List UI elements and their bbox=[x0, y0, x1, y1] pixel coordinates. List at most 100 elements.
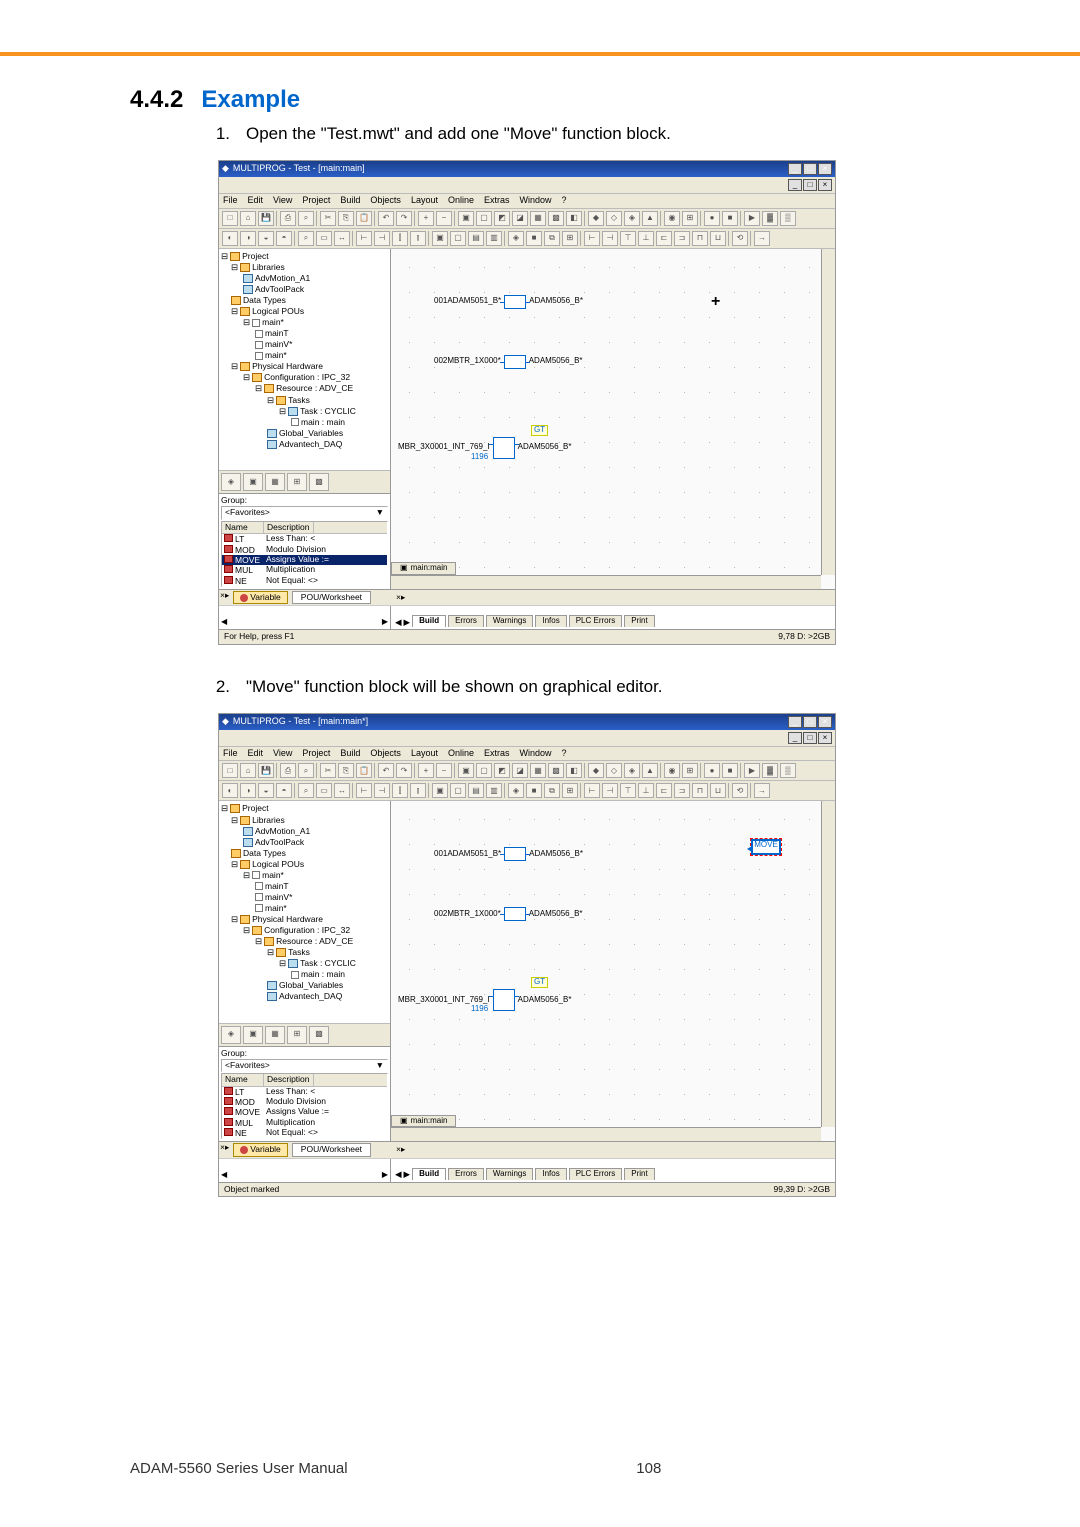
tab-print[interactable]: Print bbox=[624, 615, 654, 627]
tree-advdaq[interactable]: Advantech_DAQ bbox=[279, 991, 342, 1002]
menu-help[interactable]: ? bbox=[562, 749, 567, 759]
project-tree[interactable]: ⊟Project ⊟Libraries AdvMotion_A1 AdvTool… bbox=[219, 249, 390, 470]
tool-i[interactable]: ◇ bbox=[606, 211, 622, 226]
col-name[interactable]: Name bbox=[222, 522, 264, 533]
tab-scroll-right-icon[interactable]: ▶ bbox=[404, 618, 411, 627]
tree-logicalpous[interactable]: Logical POUs bbox=[252, 859, 304, 870]
tool-b[interactable]: ▢ bbox=[476, 763, 492, 778]
t2-a[interactable]: ◐ bbox=[222, 783, 238, 798]
tool-o[interactable]: ■ bbox=[722, 211, 738, 226]
t2-p[interactable]: ◈ bbox=[508, 231, 524, 246]
tool-c[interactable]: ◩ bbox=[494, 211, 510, 226]
t2-w[interactable]: ⊥ bbox=[638, 783, 654, 798]
tree-mainv[interactable]: mainV* bbox=[265, 339, 292, 350]
scroll-right-icon[interactable]: ▶ bbox=[382, 1171, 388, 1180]
tree-config[interactable]: Configuration : IPC_32 bbox=[264, 372, 350, 383]
tool-preview[interactable]: ⌕ bbox=[298, 211, 314, 226]
tool-b[interactable]: ▢ bbox=[476, 211, 492, 226]
tool-m[interactable]: ⊞ bbox=[682, 763, 698, 778]
tool-zoomin[interactable]: + bbox=[418, 211, 434, 226]
child-close-button[interactable]: × bbox=[818, 179, 832, 191]
tree-mainv[interactable]: mainV* bbox=[265, 892, 292, 903]
tool-n[interactable]: ● bbox=[704, 211, 720, 226]
mini-d[interactable]: ⊞ bbox=[287, 473, 307, 491]
fb-block-2[interactable]: 002MBTR_1X000*ADAM5056_B* bbox=[431, 907, 586, 921]
t2-x[interactable]: ⊏ bbox=[656, 231, 672, 246]
tree-libraries[interactable]: Libraries bbox=[252, 262, 285, 273]
tool-open[interactable]: ⌂ bbox=[240, 211, 256, 226]
t2-g[interactable]: ↔ bbox=[334, 783, 350, 798]
menu-layout[interactable]: Layout bbox=[411, 196, 438, 206]
pou-tab[interactable]: POU/Worksheet bbox=[292, 591, 371, 604]
tool-e[interactable]: ▦ bbox=[530, 211, 546, 226]
t2-d[interactable]: ◓ bbox=[276, 783, 292, 798]
mini-e[interactable]: ▩ bbox=[309, 1026, 329, 1044]
t2-o[interactable]: ▥ bbox=[486, 783, 502, 798]
tree-taskcyclic[interactable]: Task : CYCLIC bbox=[300, 958, 356, 969]
t2-d[interactable]: ◓ bbox=[276, 231, 292, 246]
menu-build[interactable]: Build bbox=[340, 749, 360, 759]
t2-w[interactable]: ⊥ bbox=[638, 231, 654, 246]
tree-globalvars[interactable]: Global_Variables bbox=[279, 980, 343, 991]
t2-l[interactable]: ▣ bbox=[432, 783, 448, 798]
minimize-button[interactable]: _ bbox=[788, 163, 802, 175]
variable-tab[interactable]: Variable bbox=[233, 591, 288, 604]
tree-lib2[interactable]: AdvToolPack bbox=[255, 284, 304, 295]
worksheet-tab[interactable]: ▣main:main bbox=[391, 562, 456, 575]
col-name[interactable]: Name bbox=[222, 1074, 264, 1085]
t2-t[interactable]: ⊢ bbox=[584, 231, 600, 246]
project-tree[interactable]: ⊟Project ⊟Libraries AdvMotion_A1 AdvTool… bbox=[219, 801, 390, 1022]
tab-warnings[interactable]: Warnings bbox=[486, 615, 534, 627]
col-desc[interactable]: Description bbox=[264, 1074, 314, 1085]
tree-datatypes[interactable]: Data Types bbox=[243, 295, 286, 306]
tool-p[interactable]: ▶ bbox=[744, 763, 760, 778]
t2-ab[interactable]: ⟲ bbox=[732, 231, 748, 246]
t2-l[interactable]: ▣ bbox=[432, 231, 448, 246]
tool-n[interactable]: ● bbox=[704, 763, 720, 778]
tool-k[interactable]: ▲ bbox=[642, 763, 658, 778]
mini-c[interactable]: ▦ bbox=[265, 1026, 285, 1044]
menu-extras[interactable]: Extras bbox=[484, 196, 510, 206]
tool-l[interactable]: ◉ bbox=[664, 211, 680, 226]
t2-o[interactable]: ▥ bbox=[486, 231, 502, 246]
menu-view[interactable]: View bbox=[273, 196, 292, 206]
tree-lib1[interactable]: AdvMotion_A1 bbox=[255, 826, 310, 837]
menu-file[interactable]: File bbox=[223, 749, 238, 759]
tool-g[interactable]: ◧ bbox=[566, 763, 582, 778]
t2-b[interactable]: ◑ bbox=[240, 783, 256, 798]
t2-m[interactable]: ▢ bbox=[450, 231, 466, 246]
menu-file[interactable]: File bbox=[223, 196, 238, 206]
tool-copy[interactable]: ⎘ bbox=[338, 211, 354, 226]
fb-block-1[interactable]: 001ADAM5051_B*ADAM5056_B* bbox=[431, 295, 586, 309]
tab-build[interactable]: Build bbox=[412, 615, 446, 627]
t2-c[interactable]: ◒ bbox=[258, 231, 274, 246]
tool-e[interactable]: ▦ bbox=[530, 763, 546, 778]
fb-row-ne[interactable]: NENot Equal: <> bbox=[222, 576, 387, 586]
variable-tab[interactable]: Variable bbox=[233, 1143, 288, 1156]
split-handle-icon[interactable]: ×▸ bbox=[396, 593, 405, 602]
tool-preview[interactable]: ⌕ bbox=[298, 763, 314, 778]
tool-a[interactable]: ▣ bbox=[458, 763, 474, 778]
mini-d[interactable]: ⊞ bbox=[287, 1026, 307, 1044]
group-dropdown[interactable]: <Favorites>▼ bbox=[221, 1059, 388, 1072]
t2-v[interactable]: ⊤ bbox=[620, 783, 636, 798]
tool-zoomout[interactable]: − bbox=[436, 211, 452, 226]
child-maximize-button[interactable]: □ bbox=[803, 732, 817, 744]
tool-copy[interactable]: ⎘ bbox=[338, 763, 354, 778]
menu-edit[interactable]: Edit bbox=[248, 196, 264, 206]
tab-warnings[interactable]: Warnings bbox=[486, 1168, 534, 1180]
tool-zoomout[interactable]: − bbox=[436, 763, 452, 778]
tool-o[interactable]: ■ bbox=[722, 763, 738, 778]
tool-d[interactable]: ◪ bbox=[512, 211, 528, 226]
tree-libraries[interactable]: Libraries bbox=[252, 815, 285, 826]
scroll-left-icon[interactable]: ◀ bbox=[221, 618, 227, 627]
menu-project[interactable]: Project bbox=[302, 196, 330, 206]
tab-print[interactable]: Print bbox=[624, 1168, 654, 1180]
worksheet-tab[interactable]: ▣main:main bbox=[391, 1115, 456, 1128]
mini-a[interactable]: ◈ bbox=[221, 473, 241, 491]
tab-infos[interactable]: Infos bbox=[535, 615, 566, 627]
tool-m[interactable]: ⊞ bbox=[682, 211, 698, 226]
pou-tab[interactable]: POU/Worksheet bbox=[292, 1143, 371, 1156]
tool-redo[interactable]: ↷ bbox=[396, 211, 412, 226]
child-maximize-button[interactable]: □ bbox=[803, 179, 817, 191]
